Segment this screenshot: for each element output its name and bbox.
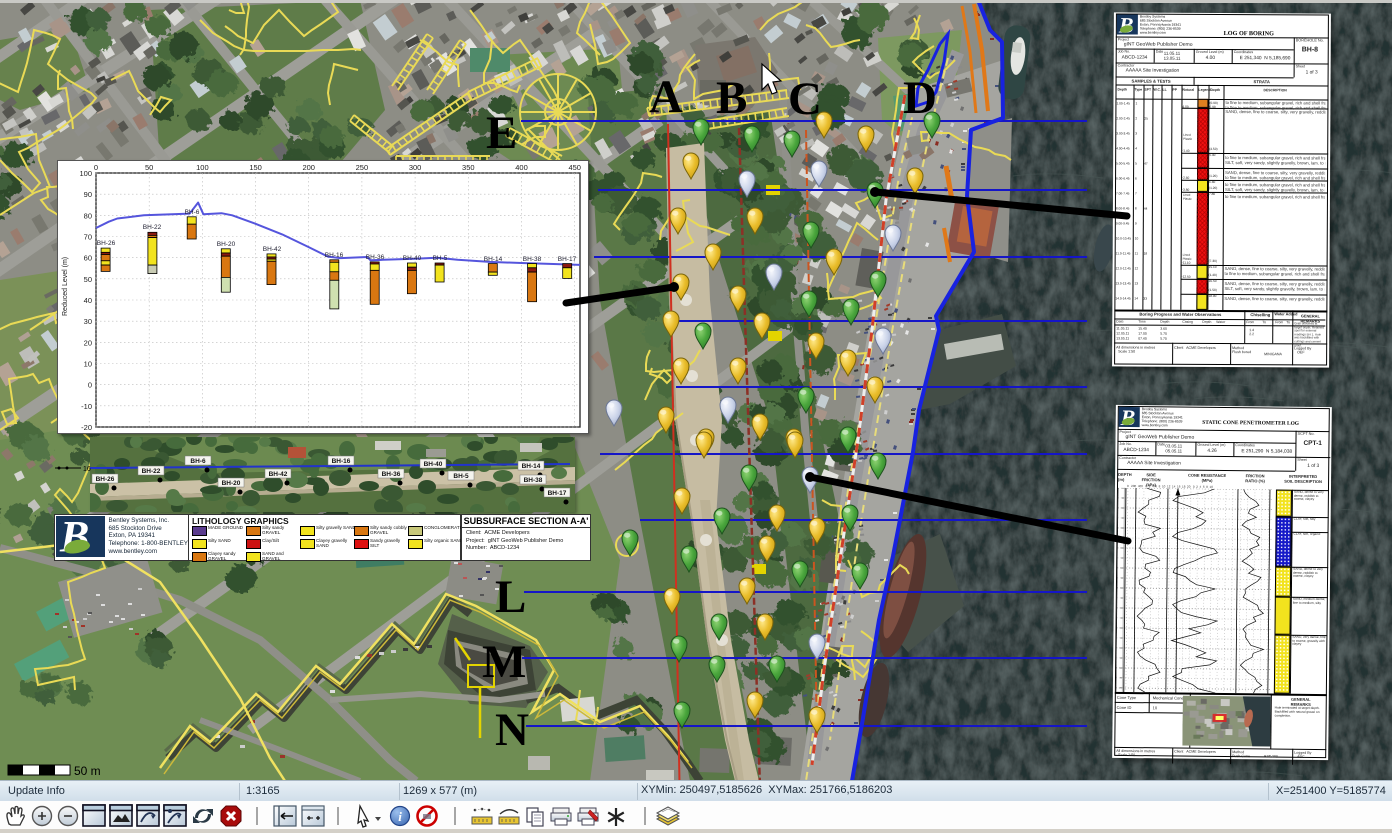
- svg-text:90: 90: [84, 190, 92, 199]
- svg-text:BH-40: BH-40: [403, 255, 422, 262]
- svg-text:BH-42: BH-42: [269, 471, 288, 478]
- svg-text:50: 50: [84, 275, 92, 284]
- svg-text:BH-22: BH-22: [143, 224, 162, 231]
- svg-text:BH-42: BH-42: [263, 246, 282, 253]
- svg-text:C: C: [788, 73, 822, 125]
- svg-text:BH-17: BH-17: [548, 490, 567, 497]
- svg-text:A: A: [649, 71, 683, 123]
- svg-text:L: L: [495, 571, 526, 623]
- svg-text:50: 50: [145, 163, 153, 172]
- svg-text:BH-38: BH-38: [524, 477, 543, 484]
- svg-text:-10: -10: [81, 402, 92, 411]
- svg-text:i: i: [398, 809, 402, 824]
- svg-text:BH-26: BH-26: [97, 240, 116, 247]
- svg-text:B: B: [716, 72, 747, 124]
- svg-text:20: 20: [84, 338, 92, 347]
- svg-text:0: 0: [94, 163, 98, 172]
- svg-text:BH-16: BH-16: [325, 252, 344, 259]
- svg-text:-20: -20: [81, 423, 92, 432]
- svg-text:300: 300: [409, 163, 422, 172]
- svg-text:80: 80: [84, 211, 92, 220]
- svg-text:D: D: [903, 72, 937, 124]
- svg-text:100: 100: [196, 163, 209, 172]
- svg-text:70: 70: [84, 233, 92, 242]
- svg-text:40: 40: [84, 296, 92, 305]
- svg-text:BH-5: BH-5: [453, 473, 469, 480]
- svg-text:16: 16: [83, 466, 91, 473]
- svg-text:BH-26: BH-26: [96, 476, 115, 483]
- svg-text:200: 200: [302, 163, 315, 172]
- svg-text:BH-5: BH-5: [433, 255, 448, 262]
- svg-text:BH-6: BH-6: [185, 209, 200, 216]
- svg-text:BH-20: BH-20: [222, 480, 241, 487]
- svg-text:BH-17: BH-17: [558, 256, 577, 263]
- svg-text:BH-20: BH-20: [217, 241, 236, 248]
- svg-text:100: 100: [79, 169, 92, 178]
- svg-text:10: 10: [84, 360, 92, 369]
- svg-text:60: 60: [84, 254, 92, 263]
- svg-text:450: 450: [568, 163, 581, 172]
- svg-text:E: E: [486, 107, 517, 159]
- svg-text:BH-14: BH-14: [522, 463, 541, 470]
- svg-text:BH-22: BH-22: [142, 468, 161, 475]
- svg-text:N: N: [495, 704, 529, 756]
- svg-text:M: M: [482, 636, 526, 688]
- svg-text:BH-14: BH-14: [484, 256, 503, 263]
- svg-text:BH-40: BH-40: [424, 461, 443, 468]
- svg-text:400: 400: [515, 163, 528, 172]
- svg-text:250: 250: [356, 163, 369, 172]
- svg-text:Reduced Level (m): Reduced Level (m): [62, 257, 69, 316]
- svg-text:350: 350: [462, 163, 475, 172]
- svg-text:BH-36: BH-36: [366, 254, 385, 261]
- svg-text:BH-16: BH-16: [332, 458, 351, 465]
- svg-text:30: 30: [84, 317, 92, 326]
- svg-text:BH-6: BH-6: [190, 458, 206, 465]
- svg-text:0: 0: [88, 381, 92, 390]
- svg-text:BH-36: BH-36: [382, 471, 401, 478]
- svg-text:BH-38: BH-38: [523, 256, 542, 263]
- svg-text:50 m: 50 m: [74, 764, 101, 778]
- svg-text:150: 150: [249, 163, 262, 172]
